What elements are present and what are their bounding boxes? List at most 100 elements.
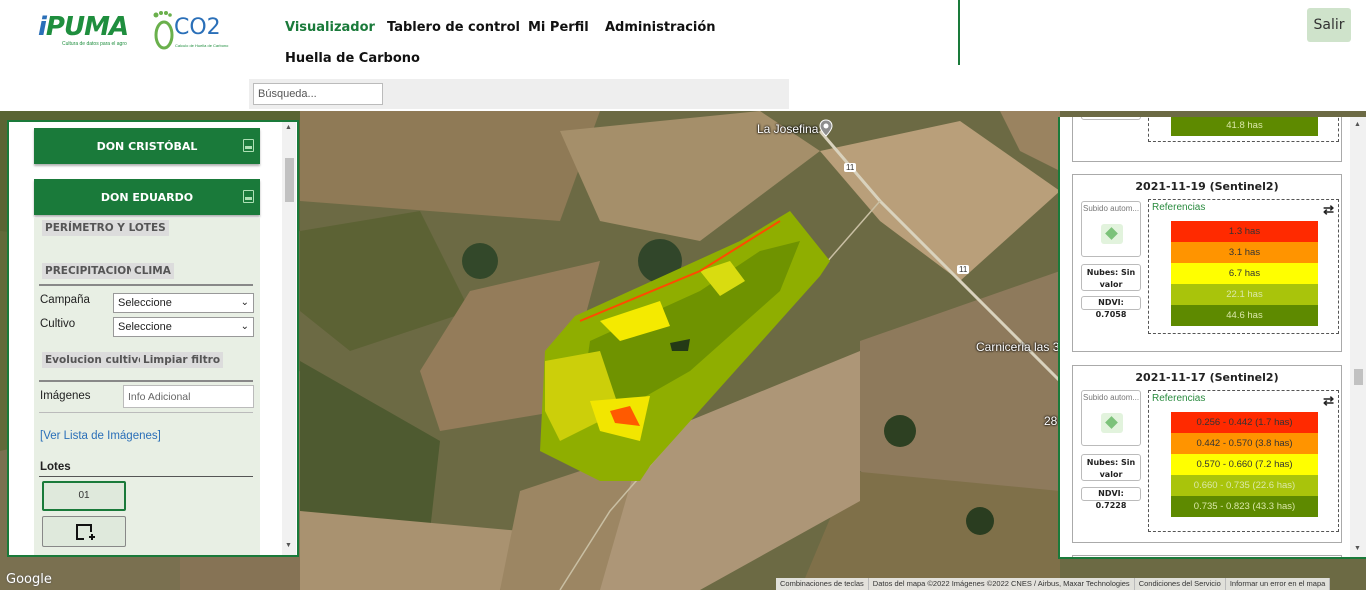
scrollbar-thumb[interactable]	[285, 158, 294, 202]
header-divider	[958, 0, 960, 65]
referencias-title: Referencias	[1152, 393, 1206, 404]
image-date: 2021-11-19 (Sentinel2)	[1135, 180, 1279, 193]
field-name: DON EDUARDO	[100, 190, 194, 204]
image-card: 2021-11-17 (Sentinel2) Subido autom... N…	[1072, 365, 1342, 543]
route-shield-2: 11	[957, 265, 970, 274]
scroll-up-icon[interactable]: ▲	[285, 124, 292, 131]
nubes-badge: Nubes: Sin valor	[1081, 264, 1141, 291]
google-logo: Google	[6, 572, 52, 587]
legend-row: 0.256 - 0.442 (1.7 has)	[1171, 412, 1318, 433]
legend-row: 41.8 has	[1171, 117, 1318, 136]
legend-row: 22.1 has	[1171, 284, 1318, 305]
footprint-icon	[153, 11, 174, 50]
legend-row: 0.735 - 0.823 (43.3 has)	[1171, 496, 1318, 517]
nav-administracion[interactable]: Administración	[605, 20, 716, 35]
swap-icon[interactable]: ⇄	[1323, 202, 1334, 218]
image-card-partial	[1072, 555, 1342, 557]
divider	[39, 476, 253, 477]
left-scrollbar[interactable]: ▲ ▼	[282, 122, 296, 555]
map-pin-icon[interactable]	[819, 119, 833, 137]
image-thumbnail[interactable]: Subido autom...	[1081, 201, 1141, 257]
add-lote-button[interactable]	[42, 516, 126, 547]
images-panel: 41.8 has 2021-11-19 (Sentinel2) Subido a…	[1058, 117, 1366, 559]
layers-icon	[1101, 413, 1123, 433]
legend-box: 41.8 has	[1148, 117, 1339, 142]
lotes-heading: Lotes	[40, 461, 71, 473]
field-details: PERÍMETRO Y LOTES PRECIPITACION CLIMA Ca…	[34, 218, 260, 555]
nav-visualizador[interactable]: Visualizador	[285, 20, 375, 35]
legend-row: 44.6 has	[1171, 305, 1318, 326]
referencias-title: Referencias	[1152, 202, 1206, 213]
campana-select[interactable]: Seleccione ⌄	[113, 293, 254, 313]
chevron-down-icon: ⌄	[240, 297, 249, 308]
divider	[39, 380, 253, 382]
ndvi-badge: NDVI: 0.7228	[1081, 487, 1141, 510]
fields-panel: DON CRISTÓBAL DON EDUARDO PERÍMETRO Y LO…	[7, 120, 299, 557]
image-date: 2021-11-17 (Sentinel2)	[1135, 371, 1279, 384]
image-thumbnail[interactable]	[1081, 117, 1141, 120]
swap-icon[interactable]: ⇄	[1323, 393, 1334, 409]
layers-icon	[1101, 224, 1123, 244]
chevron-down-icon: ⌄	[240, 321, 249, 332]
evolucion-cultivo-button[interactable]: Evolucion cultivo	[42, 352, 149, 368]
route-shield-1: 11	[844, 163, 857, 172]
legend-row: 3.1 has	[1171, 242, 1318, 263]
limpiar-filtro-button[interactable]: Limpiar filtro	[140, 352, 224, 368]
legend-box: Referencias ⇄ 0.256 - 0.442 (1.7 has) 0.…	[1148, 390, 1339, 532]
report-error-link[interactable]: Informar un error en el mapa	[1226, 578, 1331, 590]
report-icon[interactable]	[243, 190, 254, 203]
nav-huella-de-carbono[interactable]: Huella de Carbono	[285, 51, 420, 66]
tab-precipitacion[interactable]: PRECIPITACION	[42, 263, 138, 279]
scroll-down-icon[interactable]: ▼	[1354, 545, 1361, 552]
co2-logo: CO2 Calculo de Huella de Carbono	[150, 9, 228, 53]
ndvi-badge: NDVI: 0.7058	[1081, 296, 1141, 319]
scroll-up-icon[interactable]: ▲	[1354, 121, 1361, 128]
nubes-badge: Nubes: Sin valor	[1081, 454, 1141, 481]
campana-label: Campaña	[40, 294, 90, 306]
search-bar	[249, 79, 789, 109]
place-label-carniceria[interactable]: Carniceria las 3...	[976, 340, 1069, 354]
ver-lista-imagenes-link[interactable]: [Ver Lista de Imágenes]	[40, 430, 161, 442]
image-thumbnail[interactable]: Subido autom...	[1081, 390, 1141, 446]
lote-button[interactable]: 01	[42, 481, 126, 511]
image-card-partial: 41.8 has	[1072, 117, 1342, 162]
thumbnail-label: Subido autom...	[1083, 393, 1140, 402]
tab-clima[interactable]: CLIMA	[131, 263, 174, 279]
logout-button[interactable]: Salir	[1307, 8, 1351, 42]
legend-row: 1.3 has	[1171, 221, 1318, 242]
thumbnail-label: Subido autom...	[1083, 204, 1140, 213]
keyboard-shortcuts-link[interactable]: Combinaciones de teclas	[776, 578, 869, 590]
image-card: 2021-11-19 (Sentinel2) Subido autom... N…	[1072, 174, 1342, 352]
imagenes-label: Imágenes	[40, 390, 91, 402]
app-header: iPUMA Cultura de datos para el agro CO2 …	[0, 0, 1366, 111]
campana-value: Seleccione	[118, 297, 172, 309]
report-icon[interactable]	[243, 139, 254, 152]
cultivo-value: Seleccione	[118, 321, 172, 333]
search-input[interactable]	[253, 83, 383, 105]
place-label-la-josefina[interactable]: La Josefina	[757, 122, 818, 136]
legend-box: Referencias ⇄ 1.3 has 3.1 has 6.7 has 22…	[1148, 199, 1339, 334]
field-name: DON CRISTÓBAL	[96, 139, 198, 153]
cultivo-label: Cultivo	[40, 318, 76, 330]
nav-mi-perfil[interactable]: Mi Perfil	[528, 20, 589, 35]
puma-logo[interactable]: iPUMA Cultura de datos para el agro	[38, 12, 146, 48]
divider	[39, 284, 253, 286]
nav-tablero-de-control[interactable]: Tablero de control	[387, 20, 520, 35]
legend-row: 6.7 has	[1171, 263, 1318, 284]
scrollbar-thumb[interactable]	[1354, 369, 1363, 385]
cultivo-select[interactable]: Seleccione ⌄	[113, 317, 254, 337]
field-button-don-eduardo[interactable]: DON EDUARDO	[34, 179, 260, 215]
scroll-down-icon[interactable]: ▼	[285, 542, 292, 549]
legend-row: 0.660 - 0.735 (22.6 has)	[1171, 475, 1318, 496]
legend-row: 0.442 - 0.570 (3.8 has)	[1171, 433, 1318, 454]
info-adicional-input[interactable]: Info Adicional	[123, 385, 254, 408]
terms-link[interactable]: Condiciones del Servicio	[1135, 578, 1226, 590]
add-polygon-icon	[76, 524, 95, 540]
map-data-credit: Datos del mapa ©2022 Imágenes ©2022 CNES…	[869, 578, 1135, 590]
legend-row: 0.570 - 0.660 (7.2 has)	[1171, 454, 1318, 475]
divider	[39, 412, 253, 413]
field-button-don-cristobal[interactable]: DON CRISTÓBAL	[34, 128, 260, 164]
tab-perimetro-y-lotes[interactable]: PERÍMETRO Y LOTES	[42, 220, 169, 236]
right-scrollbar[interactable]: ▲ ▼	[1350, 117, 1366, 557]
place-label-28: 28	[1044, 414, 1058, 428]
